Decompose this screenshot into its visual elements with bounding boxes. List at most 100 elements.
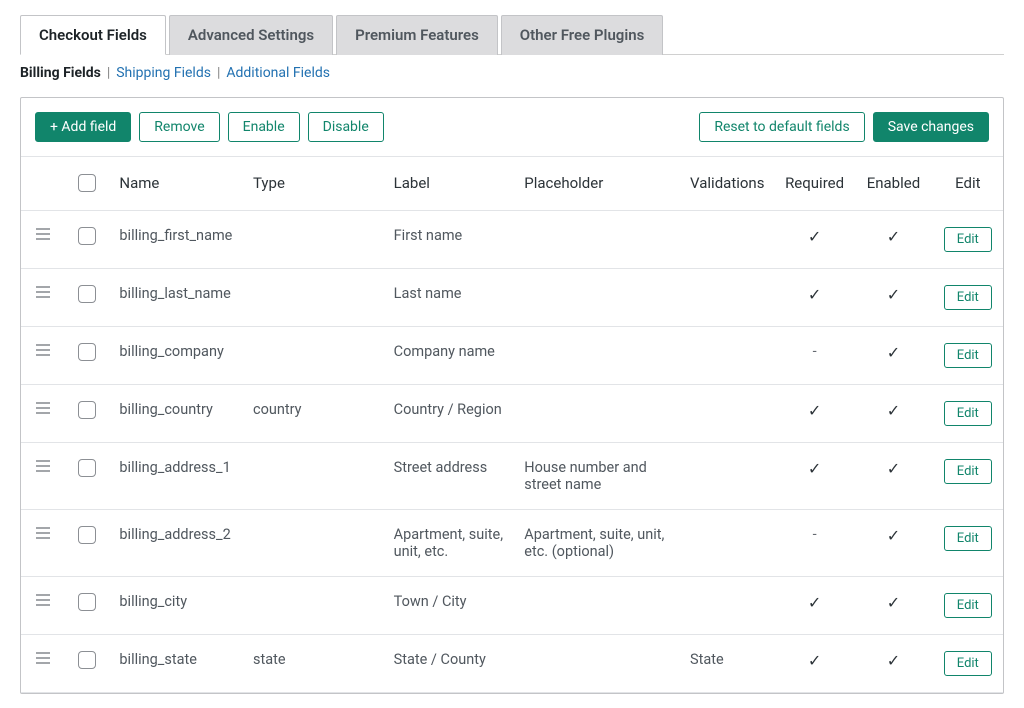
row-checkbox[interactable] bbox=[78, 526, 96, 544]
header-validations: Validations bbox=[680, 157, 775, 211]
divider: | bbox=[217, 65, 220, 81]
cell-placeholder: Apartment, suite, unit, etc. (optional) bbox=[514, 510, 680, 577]
header-enabled: Enabled bbox=[854, 157, 932, 211]
edit-button[interactable]: Edit bbox=[944, 401, 992, 426]
disable-button[interactable]: Disable bbox=[308, 112, 384, 142]
cell-enabled: ✓ bbox=[854, 510, 932, 577]
subnav: Billing Fields | Shipping Fields | Addit… bbox=[20, 65, 1004, 81]
header-required: Required bbox=[775, 157, 854, 211]
cell-placeholder bbox=[514, 327, 680, 385]
cell-name: billing_first_name bbox=[109, 211, 243, 269]
drag-handle-icon[interactable] bbox=[36, 652, 50, 664]
cell-label: State / County bbox=[384, 635, 515, 693]
row-checkbox[interactable] bbox=[78, 593, 96, 611]
cell-label: Last name bbox=[384, 269, 515, 327]
row-checkbox[interactable] bbox=[78, 459, 96, 477]
edit-button[interactable]: Edit bbox=[944, 227, 992, 252]
row-checkbox[interactable] bbox=[78, 285, 96, 303]
cell-name: billing_state bbox=[109, 635, 243, 693]
cell-label: Street address bbox=[384, 443, 515, 510]
header-label: Label bbox=[384, 157, 515, 211]
drag-handle-icon[interactable] bbox=[36, 402, 50, 414]
cell-required: ✓ bbox=[775, 577, 854, 635]
edit-button[interactable]: Edit bbox=[944, 459, 992, 484]
table-row: billing_statestateState / CountyState✓✓E… bbox=[21, 635, 1003, 693]
toolbar-right: Reset to default fields Save changes bbox=[699, 112, 989, 142]
drag-handle-icon[interactable] bbox=[36, 286, 50, 298]
row-checkbox[interactable] bbox=[78, 343, 96, 361]
tab-other-free-plugins[interactable]: Other Free Plugins bbox=[501, 15, 664, 55]
cell-name: billing_last_name bbox=[109, 269, 243, 327]
cell-placeholder bbox=[514, 385, 680, 443]
table-row: billing_address_2Apartment, suite, unit,… bbox=[21, 510, 1003, 577]
cell-required: ✓ bbox=[775, 211, 854, 269]
header-placeholder: Placeholder bbox=[514, 157, 680, 211]
cell-required: ✓ bbox=[775, 635, 854, 693]
cell-placeholder bbox=[514, 577, 680, 635]
table-row: billing_companyCompany name-✓Edit bbox=[21, 327, 1003, 385]
edit-button[interactable]: Edit bbox=[944, 593, 992, 618]
fields-panel: + Add field Remove Enable Disable Reset … bbox=[20, 97, 1004, 694]
cell-validations bbox=[680, 443, 775, 510]
header-type: Type bbox=[243, 157, 384, 211]
tab-premium-features[interactable]: Premium Features bbox=[336, 15, 498, 55]
cell-name: billing_company bbox=[109, 327, 243, 385]
table-row: billing_countrycountryCountry / Region ✓✓… bbox=[21, 385, 1003, 443]
cell-type: state bbox=[243, 635, 384, 693]
cell-type bbox=[243, 577, 384, 635]
tabs-bar: Checkout Fields Advanced Settings Premiu… bbox=[20, 14, 1004, 55]
drag-handle-icon[interactable] bbox=[36, 228, 50, 240]
edit-button[interactable]: Edit bbox=[944, 285, 992, 310]
drag-handle-icon[interactable] bbox=[36, 594, 50, 606]
cell-enabled: ✓ bbox=[854, 211, 932, 269]
cell-required: ✓ bbox=[775, 385, 854, 443]
tab-advanced-settings[interactable]: Advanced Settings bbox=[169, 15, 333, 55]
cell-type: country bbox=[243, 385, 384, 443]
cell-required: - bbox=[775, 327, 854, 385]
edit-button[interactable]: Edit bbox=[944, 526, 992, 551]
cell-label: Country / Region bbox=[384, 385, 515, 443]
subnav-shipping[interactable]: Shipping Fields bbox=[116, 65, 211, 81]
cell-label: Apartment, suite, unit, etc. bbox=[384, 510, 515, 577]
drag-handle-icon[interactable] bbox=[36, 527, 50, 539]
drag-handle-icon[interactable] bbox=[36, 460, 50, 472]
cell-type bbox=[243, 510, 384, 577]
cell-enabled: ✓ bbox=[854, 385, 932, 443]
cell-validations bbox=[680, 269, 775, 327]
divider: | bbox=[107, 65, 110, 81]
edit-button[interactable]: Edit bbox=[944, 651, 992, 676]
cell-validations bbox=[680, 510, 775, 577]
cell-placeholder bbox=[514, 211, 680, 269]
cell-required: - bbox=[775, 510, 854, 577]
row-checkbox[interactable] bbox=[78, 651, 96, 669]
tab-checkout-fields[interactable]: Checkout Fields bbox=[20, 15, 166, 55]
toolbar-left: + Add field Remove Enable Disable bbox=[35, 112, 384, 142]
cell-name: billing_country bbox=[109, 385, 243, 443]
cell-enabled: ✓ bbox=[854, 635, 932, 693]
cell-validations bbox=[680, 577, 775, 635]
enable-button[interactable]: Enable bbox=[228, 112, 300, 142]
save-button[interactable]: Save changes bbox=[873, 112, 989, 142]
cell-type bbox=[243, 211, 384, 269]
subnav-additional[interactable]: Additional Fields bbox=[226, 65, 330, 81]
select-all-checkbox[interactable] bbox=[78, 174, 96, 192]
add-field-button[interactable]: + Add field bbox=[35, 112, 131, 142]
cell-name: billing_address_1 bbox=[109, 443, 243, 510]
cell-name: billing_city bbox=[109, 577, 243, 635]
drag-handle-icon[interactable] bbox=[36, 344, 50, 356]
cell-validations bbox=[680, 327, 775, 385]
edit-button[interactable]: Edit bbox=[944, 343, 992, 368]
row-checkbox[interactable] bbox=[78, 401, 96, 419]
row-checkbox[interactable] bbox=[78, 227, 96, 245]
remove-button[interactable]: Remove bbox=[139, 112, 219, 142]
cell-label: Town / City bbox=[384, 577, 515, 635]
toolbar: + Add field Remove Enable Disable Reset … bbox=[21, 98, 1003, 157]
cell-label: Company name bbox=[384, 327, 515, 385]
reset-button[interactable]: Reset to default fields bbox=[699, 112, 864, 142]
cell-placeholder bbox=[514, 635, 680, 693]
table-row: billing_address_1Street addressHouse num… bbox=[21, 443, 1003, 510]
cell-type bbox=[243, 443, 384, 510]
cell-validations bbox=[680, 211, 775, 269]
table-row: billing_last_nameLast name✓✓Edit bbox=[21, 269, 1003, 327]
subnav-billing[interactable]: Billing Fields bbox=[20, 65, 101, 81]
